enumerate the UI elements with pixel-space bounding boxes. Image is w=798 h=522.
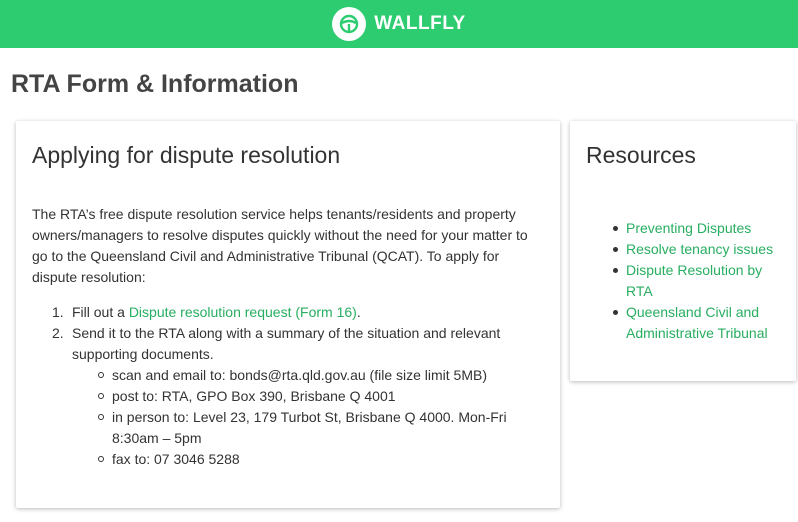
card-title: Applying for dispute resolution [32, 142, 341, 168]
bullet-icon [613, 268, 618, 273]
list-item: in person to: Level 23, 179 Turbot St, B… [98, 407, 542, 449]
resource-item: Preventing Disputes [613, 218, 786, 239]
qcat-link[interactable]: Queensland Civil and Administrative Trib… [626, 304, 768, 341]
step-text-suffix: . [356, 304, 361, 320]
list-item: fax to: 07 3046 5288 [98, 449, 542, 470]
list-item: post to: RTA, GPO Box 390, Brisbane Q 40… [98, 386, 542, 407]
step-number: 2. [52, 325, 64, 341]
page-title: RTA Form & Information [11, 70, 299, 98]
resource-item: Queensland Civil and Administrative Trib… [613, 302, 786, 344]
resource-item: Dispute Resolution by RTA [613, 260, 786, 302]
method-text: scan and email to: bonds@rta.qld.gov.au … [112, 367, 488, 383]
step-text: Fill out a [72, 304, 129, 320]
bullet-icon [613, 226, 618, 231]
step-number: 1. [52, 304, 64, 320]
intro-paragraph: The RTA’s free dispute resolution servic… [32, 206, 528, 285]
circle-bullet-icon [98, 414, 104, 420]
steps-list: 1. Fill out a Dispute resolution request … [52, 302, 542, 470]
bullet-icon [613, 247, 618, 252]
preventing-disputes-link[interactable]: Preventing Disputes [626, 220, 751, 236]
dispute-resolution-rta-link[interactable]: Dispute Resolution by RTA [626, 262, 762, 299]
bullet-icon [613, 310, 618, 315]
list-item: scan and email to: bonds@rta.qld.gov.au … [98, 365, 542, 386]
step-item: 2. Send it to the RTA along with a summa… [52, 323, 542, 470]
brand[interactable]: WALLFLY [332, 7, 465, 41]
method-text: in person to: Level 23, 179 Turbot St, B… [112, 409, 507, 446]
circle-bullet-icon [98, 372, 104, 378]
step-item: 1. Fill out a Dispute resolution request … [52, 302, 542, 323]
resolve-tenancy-issues-link[interactable]: Resolve tenancy issues [626, 241, 773, 257]
wallfly-logo-icon [332, 7, 367, 41]
resources-list: Preventing Disputes Resolve tenancy issu… [613, 218, 786, 344]
dispute-resolution-card: Applying for dispute resolution The RTA’… [16, 121, 560, 508]
method-text: fax to: 07 3046 5288 [112, 451, 240, 467]
resources-title: Resources [586, 142, 696, 168]
brand-name: WALLFLY [374, 13, 466, 34]
resources-card: Resources Preventing Disputes Resolve te… [570, 121, 796, 381]
circle-bullet-icon [98, 456, 104, 462]
step-text: Send it to the RTA along with a summary … [72, 325, 501, 362]
submission-methods-list: scan and email to: bonds@rta.qld.gov.au … [98, 365, 542, 470]
circle-bullet-icon [98, 393, 104, 399]
top-bar: WALLFLY [0, 0, 798, 48]
method-text: post to: RTA, GPO Box 390, Brisbane Q 40… [112, 388, 396, 404]
resource-item: Resolve tenancy issues [613, 239, 786, 260]
form-16-link[interactable]: Dispute resolution request (Form 16) [129, 304, 357, 320]
